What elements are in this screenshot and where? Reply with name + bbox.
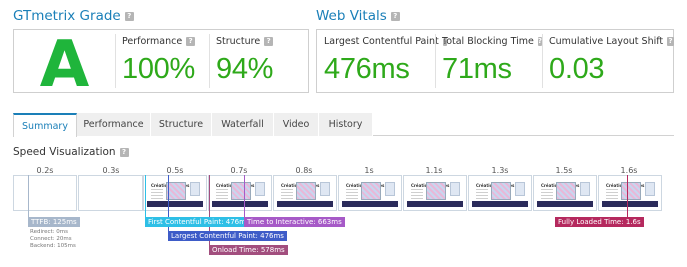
gtmetrix-grade-heading: GTmetrix Grade (13, 8, 121, 24)
fully-loaded-line (627, 175, 628, 217)
filmstrip-frame[interactable]: Création de sites (338, 175, 402, 211)
time-label: 1.5s (555, 166, 573, 175)
performance-value: 100% (122, 53, 195, 85)
help-icon[interactable]: ? (390, 11, 400, 21)
ttfb-line (28, 175, 29, 217)
page-thumbnail: Création de sites (342, 179, 398, 207)
cls-value: 0.03 (549, 53, 605, 85)
lcp-value: 476ms (324, 53, 410, 85)
grade-card: A Performance ? 100% Structure ? 94% (13, 28, 309, 102)
time-label: 1.6s (620, 166, 638, 175)
web-vitals-title: Web Vitals ? (316, 8, 400, 24)
page-thumbnail: Création de sites (277, 179, 333, 207)
performance-cell: Performance ? 100% (115, 30, 209, 92)
page-thumbnail: Création de sites (602, 179, 658, 207)
web-vitals-heading: Web Vitals (316, 8, 387, 24)
tab-video[interactable]: Video (274, 113, 319, 136)
tti-line (244, 175, 245, 217)
fcp-line (145, 175, 146, 217)
lcp-marker: Largest Contentful Paint: 476ms (168, 231, 287, 241)
filmstrip-frame[interactable]: Création de sites (598, 175, 662, 211)
tab-performance[interactable]: Performance (77, 113, 151, 136)
tbt-value: 71ms (442, 53, 512, 85)
lcp-cell: Largest Contentful Paint ? 476ms (317, 30, 447, 92)
filmstrip-frame-blank[interactable] (13, 175, 77, 211)
cls-cell: Cumulative Layout Shift ? 0.03 (542, 30, 674, 92)
filmstrip-frame[interactable]: Création de sites (533, 175, 597, 211)
page-thumbnail: Création de sites (212, 179, 268, 207)
speed-visualization-heading: Speed Visualization (13, 146, 116, 158)
cls-label: Cumulative Layout Shift (549, 36, 664, 47)
time-label: 0.5s (166, 166, 184, 175)
time-label: 1.1s (425, 166, 443, 175)
fcp-marker: First Contentful Paint: 476ms (145, 217, 253, 227)
page-thumbnail: Création de sites (537, 179, 593, 207)
structure-label: Structure (216, 36, 261, 47)
help-icon[interactable]: ? (119, 147, 129, 157)
time-label: 0.7s (230, 166, 248, 175)
tab-structure[interactable]: Structure (151, 113, 212, 136)
time-label: 1.3s (491, 166, 509, 175)
performance-label: Performance (122, 36, 183, 47)
ttfb-marker: TTFB: 125ms (28, 217, 80, 227)
help-icon[interactable]: ? (667, 37, 674, 46)
filmstrip-frame[interactable]: Création de sites (273, 175, 337, 211)
help-icon[interactable]: ? (264, 37, 274, 46)
fully-loaded-marker: Fully Loaded Time: 1.6s (555, 217, 644, 227)
grade-badge: A (14, 28, 115, 102)
page-thumbnail: Création de sites (407, 179, 463, 207)
gtmetrix-grade-title: GTmetrix Grade ? (13, 8, 134, 24)
time-label: 0.2s (36, 166, 54, 175)
filmstrip-frame[interactable]: Création de sites (143, 175, 207, 211)
tab-summary[interactable]: Summary (13, 113, 77, 137)
structure-value: 94% (216, 53, 274, 85)
grade-letter-icon: A (40, 28, 90, 102)
tab-history[interactable]: History (319, 113, 373, 136)
help-icon[interactable]: ? (124, 11, 134, 21)
filmstrip-frame[interactable]: Création de sites (208, 175, 272, 211)
web-vitals-card: Largest Contentful Paint ? 476ms Total B… (316, 29, 674, 93)
page-thumbnail: Création de sites (147, 179, 203, 207)
time-label: 0.3s (102, 166, 120, 175)
time-label: 1s (364, 166, 374, 175)
backend-metric: Backend: 105ms (30, 243, 76, 249)
filmstrip-frame[interactable]: Création de sites (403, 175, 467, 211)
tab-waterfall[interactable]: Waterfall (212, 113, 274, 136)
structure-cell: Structure ? 94% (209, 30, 309, 92)
onload-marker: Onload Time: 578ms (209, 245, 288, 255)
tbt-label: Total Blocking Time (442, 36, 534, 47)
speed-visualization-title: Speed Visualization ? (13, 146, 129, 158)
help-icon[interactable]: ? (186, 37, 196, 46)
lcp-label: Largest Contentful Paint (324, 36, 439, 47)
filmstrip-frame[interactable]: Création de sites (468, 175, 532, 211)
grade-letter: A (40, 30, 90, 92)
tbt-cell: Total Blocking Time ? 71ms (435, 30, 542, 92)
time-label: 0.8s (295, 166, 313, 175)
filmstrip-frame-blank[interactable] (78, 175, 143, 211)
page-thumbnail: Création de sites (472, 179, 528, 207)
report-tabs: Summary Performance Structure Waterfall … (13, 113, 674, 137)
tti-marker: Time to Interactive: 663ms (244, 217, 345, 227)
